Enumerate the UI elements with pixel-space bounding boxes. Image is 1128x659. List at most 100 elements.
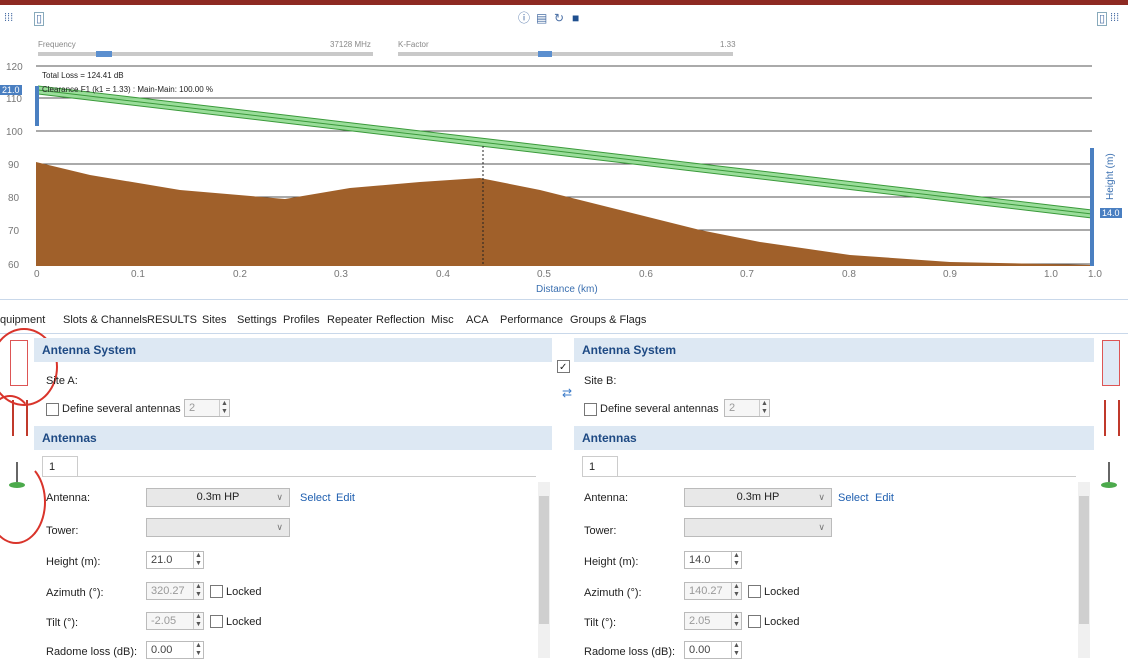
site-b-height-marker[interactable]: 14.0 [1100, 208, 1122, 218]
frequency-label: Frequency [38, 40, 76, 49]
tab-profiles[interactable]: Profiles [283, 314, 320, 326]
panel-icon[interactable]: ▯ [1097, 12, 1108, 26]
window-top-border [0, 0, 1128, 5]
site-a-height-marker[interactable]: 21.0 [0, 85, 22, 95]
path-profile-chart[interactable]: 120 110 100 90 80 70 60 0 0.1 0.2 0.3 0.… [0, 60, 1128, 300]
site-a-label: Site A: [46, 375, 78, 387]
site-a-antenna-select[interactable]: 0.3m HP ∨ [146, 488, 290, 507]
site-b-tower-select[interactable]: ∨ [684, 518, 832, 537]
y-tick: 60 [8, 260, 20, 271]
tab-results[interactable]: RESULTS [147, 314, 197, 326]
site-a-height-spinner[interactable]: 21.0 ▲ ▼ [146, 551, 204, 569]
site-a-tilt-label: Tilt (°): [46, 617, 79, 629]
y-tick: 80 [8, 193, 20, 204]
split-icon[interactable]: ⁞⁞⁞ [1110, 12, 1119, 24]
x-tick: 0.6 [639, 269, 653, 280]
site-b-height-spinner[interactable]: 14.0 ▲ ▼ [684, 551, 742, 569]
site-b-tilt-spinner[interactable]: 2.05 ▲ ▼ [684, 612, 742, 630]
site-b-antenna-system-header: Antenna System [574, 338, 1094, 362]
rotate-icon[interactable]: ↻ [554, 12, 564, 24]
site-b-antenna-select[interactable]: 0.3m HP ∨ [684, 488, 832, 507]
tower-icon[interactable] [1102, 340, 1120, 386]
site-b-azimuth-spinner[interactable]: 140.27 ▲ ▼ [684, 582, 742, 600]
document-icon[interactable]: ▤ [536, 12, 547, 24]
site-b-tilt-locked-checkbox[interactable] [748, 615, 761, 628]
site-a-mast[interactable] [35, 86, 39, 126]
site-b-height-label: Height (m): [584, 556, 639, 568]
site-b-antenna-tab[interactable]: 1 [582, 456, 618, 476]
site-b-azimuth-locked-label: Locked [764, 586, 800, 598]
frequency-value: 37128 MHz [330, 40, 371, 49]
tab-slots-channels[interactable]: Slots & Channels [63, 314, 147, 326]
site-b-define-several-label: Define several antennas [600, 403, 719, 415]
x-tick: 0.5 [537, 269, 551, 280]
y-tick: 70 [8, 226, 20, 237]
site-a-azimuth-locked-label: Locked [226, 586, 262, 598]
clearance-text: Clearance F1 (k1 = 1.33) : Main-Main: 10… [42, 85, 213, 94]
site-a-scroll-thumb[interactable] [539, 496, 549, 624]
x-tick: 0.9 [943, 269, 957, 280]
site-a-edit-link[interactable]: Edit [336, 492, 355, 504]
sync-checkbox[interactable]: ✓ [557, 360, 570, 373]
site-a-antenna-system-header: Antenna System [34, 338, 552, 362]
site-a-scrollbar[interactable] [538, 482, 550, 658]
tab-sites[interactable]: Sites [202, 314, 226, 326]
x-tick: 0.1 [131, 269, 145, 280]
x-tick: 1.0 [1044, 269, 1058, 280]
site-b-select-link[interactable]: Select [838, 492, 869, 504]
site-a-azimuth-spinner[interactable]: 320.27 ▲ ▼ [146, 582, 204, 600]
tab-bar: quipment Slots & Channels RESULTS Sites … [0, 312, 1128, 332]
site-b-antenna-count-spinner[interactable]: 2 ▲ ▼ [724, 399, 770, 417]
site-a-tower-select[interactable]: ∨ [146, 518, 290, 537]
x-tick: 0.8 [842, 269, 856, 280]
x-axis-label: Distance (km) [536, 284, 598, 295]
tab-performance[interactable]: Performance [500, 314, 563, 326]
tab-settings[interactable]: Settings [237, 314, 277, 326]
site-b-define-several-checkbox[interactable] [584, 403, 597, 416]
site-a-azimuth-locked-checkbox[interactable] [210, 585, 223, 598]
kfactor-slider-thumb[interactable] [538, 51, 552, 57]
frequency-slider-thumb[interactable] [96, 51, 112, 57]
tab-divider [0, 333, 1128, 334]
x-tick: 0 [34, 269, 40, 280]
cube-icon[interactable]: ■ [572, 12, 579, 24]
frequency-slider[interactable] [38, 52, 373, 56]
info-icon[interactable]: ⓘ [518, 12, 530, 24]
kfactor-slider[interactable] [398, 52, 733, 56]
swap-icon[interactable]: ⇄ [562, 386, 572, 400]
total-loss-text: Total Loss = 124.41 dB [42, 71, 124, 80]
site-a-define-several-checkbox[interactable] [46, 403, 59, 416]
site-b-mast[interactable] [1090, 148, 1094, 266]
split-icon[interactable]: ⁞⁞⁞ [4, 12, 13, 24]
terrain-profile [36, 162, 1092, 266]
site-b-radome-spinner[interactable]: 0.00 ▲ ▼ [684, 641, 742, 659]
site-a-tab-line [42, 476, 536, 477]
site-b-scroll-thumb[interactable] [1079, 496, 1089, 624]
site-a-select-link[interactable]: Select [300, 492, 331, 504]
tab-repeater[interactable]: Repeater [327, 314, 372, 326]
grid-icon[interactable]: ▯ [34, 12, 45, 26]
site-a-tilt-locked-checkbox[interactable] [210, 615, 223, 628]
y-tick: 90 [8, 160, 20, 171]
tab-misc[interactable]: Misc [431, 314, 454, 326]
y-axis-label: Height (m) [1105, 153, 1116, 200]
site-b-azimuth-locked-checkbox[interactable] [748, 585, 761, 598]
tab-groups-flags[interactable]: Groups & Flags [570, 314, 646, 326]
site-b-edit-link[interactable]: Edit [875, 492, 894, 504]
tab-reflection[interactable]: Reflection [376, 314, 425, 326]
x-axis-ticks: 0 0.1 0.2 0.3 0.4 0.5 0.6 0.7 0.8 0.9 1.… [34, 269, 1102, 280]
site-a-antennas-header: Antennas [34, 426, 552, 450]
x-tick: 0.4 [436, 269, 450, 280]
site-b-tilt-label: Tilt (°): [584, 617, 617, 629]
tab-equipment[interactable]: quipment [0, 314, 45, 326]
site-b-scrollbar[interactable] [1078, 482, 1090, 658]
site-a-radome-spinner[interactable]: 0.00 ▲ ▼ [146, 641, 204, 659]
highlight-circle [0, 460, 46, 544]
tower-small-icon[interactable] [1104, 400, 1120, 436]
tab-aca[interactable]: ACA [466, 314, 489, 326]
site-a-antenna-tab[interactable]: 1 [42, 456, 78, 476]
site-a-tilt-spinner[interactable]: -2.05 ▲ ▼ [146, 612, 204, 630]
antenna-icon[interactable] [1101, 462, 1117, 490]
site-a-antenna-count-spinner[interactable]: 2 ▲ ▼ [184, 399, 230, 417]
x-tick: 0.3 [334, 269, 348, 280]
